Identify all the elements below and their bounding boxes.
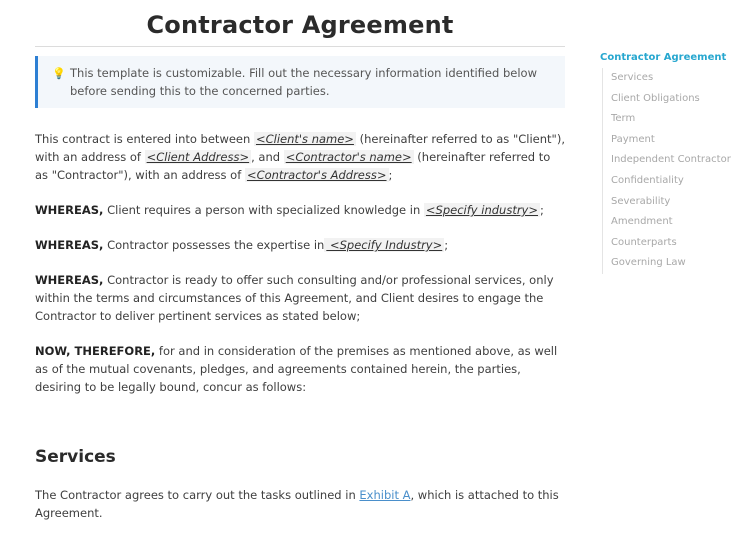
whereas-paragraph-2: WHEREAS, Contractor possesses the expert… [35,236,565,254]
whereas-lead: WHEREAS, [35,203,104,217]
toc-item-counterparts[interactable]: Counterparts [611,233,750,254]
services-paragraph: The Contractor agrees to carry out the t… [35,486,565,522]
therefore-paragraph: NOW, THEREFORE, for and in consideration… [35,342,565,396]
table-of-contents: Contractor Agreement Services Client Obl… [600,51,750,274]
text: Contractor is ready to offer such consul… [35,273,554,323]
toc-item-term[interactable]: Term [611,109,750,130]
text: Contractor possesses the expertise in [103,238,325,252]
placeholder-client-address[interactable]: <Client Address> [144,150,252,164]
toc-item-client-obligations[interactable]: Client Obligations [611,89,750,110]
placeholder-client-name[interactable]: <Client's name> [253,132,356,146]
text: The Contractor agrees to carry out the t… [35,488,360,502]
whereas-paragraph-1: WHEREAS, Client requires a person with s… [35,201,565,219]
toc-item-amendment[interactable]: Amendment [611,212,750,233]
toc-item-payment[interactable]: Payment [611,130,750,151]
callout-text: This template is customizable. Fill out … [70,66,537,98]
text: Client requires a person with specialize… [103,203,424,217]
toc-item-confidentiality[interactable]: Confidentiality [611,171,750,192]
exhibit-a-link[interactable]: Exhibit A [359,488,410,502]
toc-item-severability[interactable]: Severability [611,192,750,213]
text: , and [251,150,284,164]
toc-item-governing-law[interactable]: Governing Law [611,253,750,274]
text: This contract is entered into between [35,132,254,146]
lightbulb-icon: 💡 [52,67,66,80]
whereas-lead: WHEREAS, [35,273,104,287]
services-heading: Services [35,447,116,467]
text: ; [388,168,393,182]
text: ; [540,203,544,217]
text: ; [444,238,449,252]
toc-list: Services Client Obligations Term Payment… [602,68,750,274]
document: Contractor Agreement 💡 This template is … [35,0,565,522]
intro-paragraph: This contract is entered into between <C… [35,130,565,184]
title-divider [35,46,565,47]
whereas-paragraph-3: WHEREAS, Contractor is ready to offer su… [35,271,565,325]
placeholder-contractor-name[interactable]: <Contractor's name> [283,150,414,164]
toc-item-services[interactable]: Services [611,68,750,89]
therefore-lead: NOW, THEREFORE, [35,344,156,358]
whereas-lead: WHEREAS, [35,238,104,252]
callout-box: 💡 This template is customizable. Fill ou… [35,56,565,108]
toc-item-independent-contractor[interactable]: Independent Contractor [611,150,750,171]
placeholder-contractor-address[interactable]: <Contractor's Address> [244,168,389,182]
placeholder-specify-industry-2[interactable]: <Specify Industry> [324,238,445,252]
toc-title[interactable]: Contractor Agreement [600,51,750,65]
page-title: Contractor Agreement [146,11,454,39]
placeholder-specify-industry[interactable]: <Specify industry> [423,203,541,217]
